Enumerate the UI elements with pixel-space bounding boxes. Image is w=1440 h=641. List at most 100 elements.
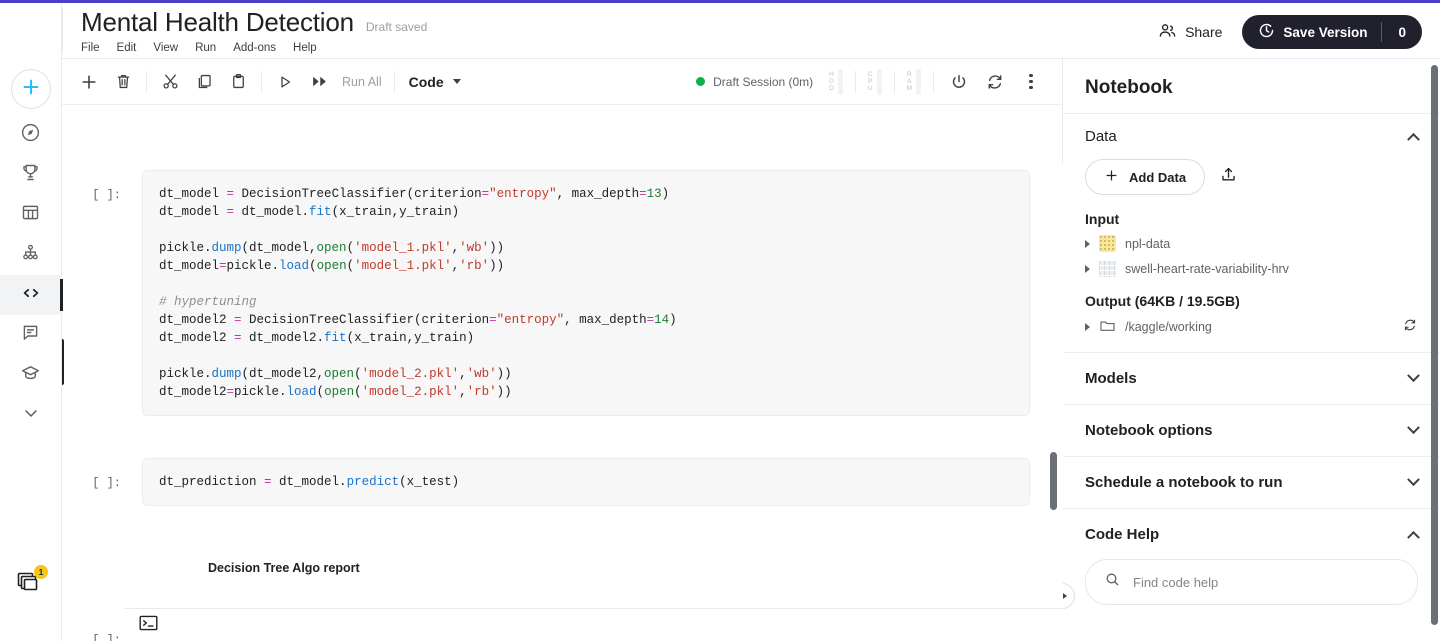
clipboard-icon [232, 74, 244, 89]
section-models-header[interactable]: Models [1085, 369, 1420, 387]
kaggle-notebook-editor: Mental Health Detection Draft saved File… [0, 0, 1440, 641]
restart-button[interactable] [978, 65, 1012, 99]
section-models-label: Models [1085, 370, 1137, 387]
save-version-button[interactable]: Save Version 0 [1242, 15, 1422, 49]
code-help-search[interactable]: Find code help [1085, 559, 1418, 605]
sidebar-item-competitions[interactable] [0, 155, 62, 195]
rail-items [0, 3, 63, 435]
play-icon [281, 75, 291, 88]
notebook-toolbar: Run All Code Draft Session (0m) H D D C … [62, 59, 1062, 105]
copy-cell-button[interactable] [187, 65, 221, 99]
clock-icon [1258, 22, 1275, 42]
input-dataset-row[interactable]: npl-data [1085, 235, 1418, 252]
section-code-help-header[interactable]: Code Help [1085, 526, 1420, 544]
output-folder-row[interactable]: /kaggle/working [1085, 317, 1418, 336]
app-header: Mental Health Detection Draft saved File… [0, 3, 1440, 59]
cpu-gauge[interactable]: C P U [868, 68, 882, 95]
kebab-menu-icon [1029, 73, 1033, 90]
cpu-gauge-bar [876, 68, 882, 95]
output-refresh-button[interactable] [1402, 317, 1418, 336]
data-actions: Add Data [1085, 159, 1418, 195]
menu-item-edit[interactable]: Edit [117, 42, 137, 54]
graduation-cap-icon [20, 362, 41, 388]
cell-type-value: Code [408, 73, 444, 90]
compass-icon [20, 122, 41, 148]
share-button[interactable]: Share [1152, 15, 1228, 49]
toolbar-separator [854, 70, 856, 93]
toolbar-separator [393, 70, 395, 93]
code-editor[interactable]: dt_model = DecisionTreeClassifier(criter… [142, 170, 1030, 416]
section-notebook-options-header[interactable]: Notebook options [1085, 421, 1420, 439]
section-notebook-options: Notebook options [1063, 405, 1440, 457]
markdown-text: Decision Tree Algo report [208, 561, 360, 575]
sidebar-item-models[interactable] [0, 235, 62, 275]
add-data-button[interactable]: Add Data [1085, 159, 1206, 195]
paste-cell-button[interactable] [221, 65, 255, 99]
upload-button[interactable] [1219, 165, 1238, 189]
cut-cell-button[interactable] [153, 65, 187, 99]
plus-icon [1104, 168, 1119, 186]
rail-bottom: 1 [0, 565, 62, 595]
sidebar-item-datasets[interactable] [0, 195, 62, 235]
comment-icon [20, 322, 41, 348]
ram-gauge-bar [916, 68, 921, 95]
power-button[interactable] [942, 65, 976, 99]
triangle-right-icon[interactable] [1085, 239, 1090, 248]
cell-type-dropdown[interactable]: Code [401, 74, 469, 90]
chevron-down-icon [1407, 421, 1420, 435]
notebook-cell[interactable]: [ ]: dt_prediction = dt_model.predict(x_… [62, 458, 1063, 506]
triangle-right-icon[interactable] [1085, 322, 1090, 331]
ram-gauge-label: R A M [906, 71, 912, 92]
menu-item-help[interactable]: Help [293, 42, 317, 54]
toolbar-separator [261, 70, 262, 93]
page-title[interactable]: Mental Health Detection [81, 7, 354, 37]
delete-cell-button[interactable] [106, 65, 140, 99]
code-editor[interactable]: dt_prediction = dt_model.predict(x_test) [142, 458, 1030, 506]
save-version-text: Save Version [1283, 24, 1368, 40]
menu-item-file[interactable]: File [81, 42, 100, 54]
notebook-side-panel: Notebook Data Add Data Input npl-data sw… [1063, 59, 1440, 641]
input-dataset-row[interactable]: swell-heart-rate-variability-hrv [1085, 260, 1418, 277]
toolbar-separator [933, 70, 934, 93]
chevron-down-icon [21, 403, 41, 428]
notebook-cell[interactable]: [ ]: dt_model = DecisionTreeClassifier(c… [62, 170, 1063, 416]
menu-item-run[interactable]: Run [195, 42, 216, 54]
console-button[interactable] [138, 614, 159, 637]
run-all-button[interactable] [302, 65, 336, 99]
triangle-right-icon [1063, 591, 1067, 601]
section-data-header[interactable]: Data [1085, 128, 1420, 146]
title-row: Mental Health Detection Draft saved [81, 7, 427, 37]
sidebar-item-more[interactable] [0, 395, 62, 435]
draft-status: Draft saved [365, 20, 428, 34]
add-data-label: Add Data [1129, 169, 1187, 185]
window-count-badge: 1 [34, 565, 48, 579]
session-status[interactable]: Draft Session (0m) [696, 75, 813, 89]
menu-item-addons[interactable]: Add-ons [233, 42, 276, 54]
sidebar-item-learn[interactable] [0, 355, 62, 395]
notebook-scrollbar-thumb[interactable] [1050, 452, 1057, 510]
add-cell-button[interactable] [72, 65, 106, 99]
open-windows-button[interactable]: 1 [17, 565, 48, 595]
status-dot-icon [696, 77, 706, 86]
triangle-right-icon[interactable] [1085, 264, 1090, 273]
run-cell-button[interactable] [268, 65, 302, 99]
save-version-label-group: Save Version [1242, 15, 1381, 49]
sidebar-item-explore[interactable] [0, 115, 62, 155]
restart-icon [988, 74, 1002, 89]
section-schedule-header[interactable]: Schedule a notebook to run [1085, 473, 1420, 491]
sidebar-item-discussions[interactable] [0, 315, 62, 355]
menu-bar: File Edit View Run Add-ons Help [81, 42, 427, 54]
sidebar-item-code[interactable] [0, 275, 63, 315]
output-label: Output (64KB / 19.5GB) [1085, 293, 1240, 309]
more-options-button[interactable] [1014, 65, 1048, 99]
sidebar-item-create[interactable] [0, 69, 62, 109]
hdd-gauge[interactable]: H D D [829, 68, 843, 95]
chevron-up-icon [1407, 132, 1420, 146]
notebook-canvas[interactable]: [ ]: dt_model = DecisionTreeClassifier(c… [62, 164, 1063, 641]
ram-gauge[interactable]: R A M [906, 68, 921, 95]
menu-item-view[interactable]: View [153, 42, 178, 54]
panel-scrollbar-thumb[interactable] [1431, 65, 1438, 625]
run-all-label[interactable]: Run All [336, 75, 388, 89]
markdown-cell[interactable]: Decision Tree Algo report [62, 555, 1063, 575]
scissors-icon [162, 74, 178, 89]
